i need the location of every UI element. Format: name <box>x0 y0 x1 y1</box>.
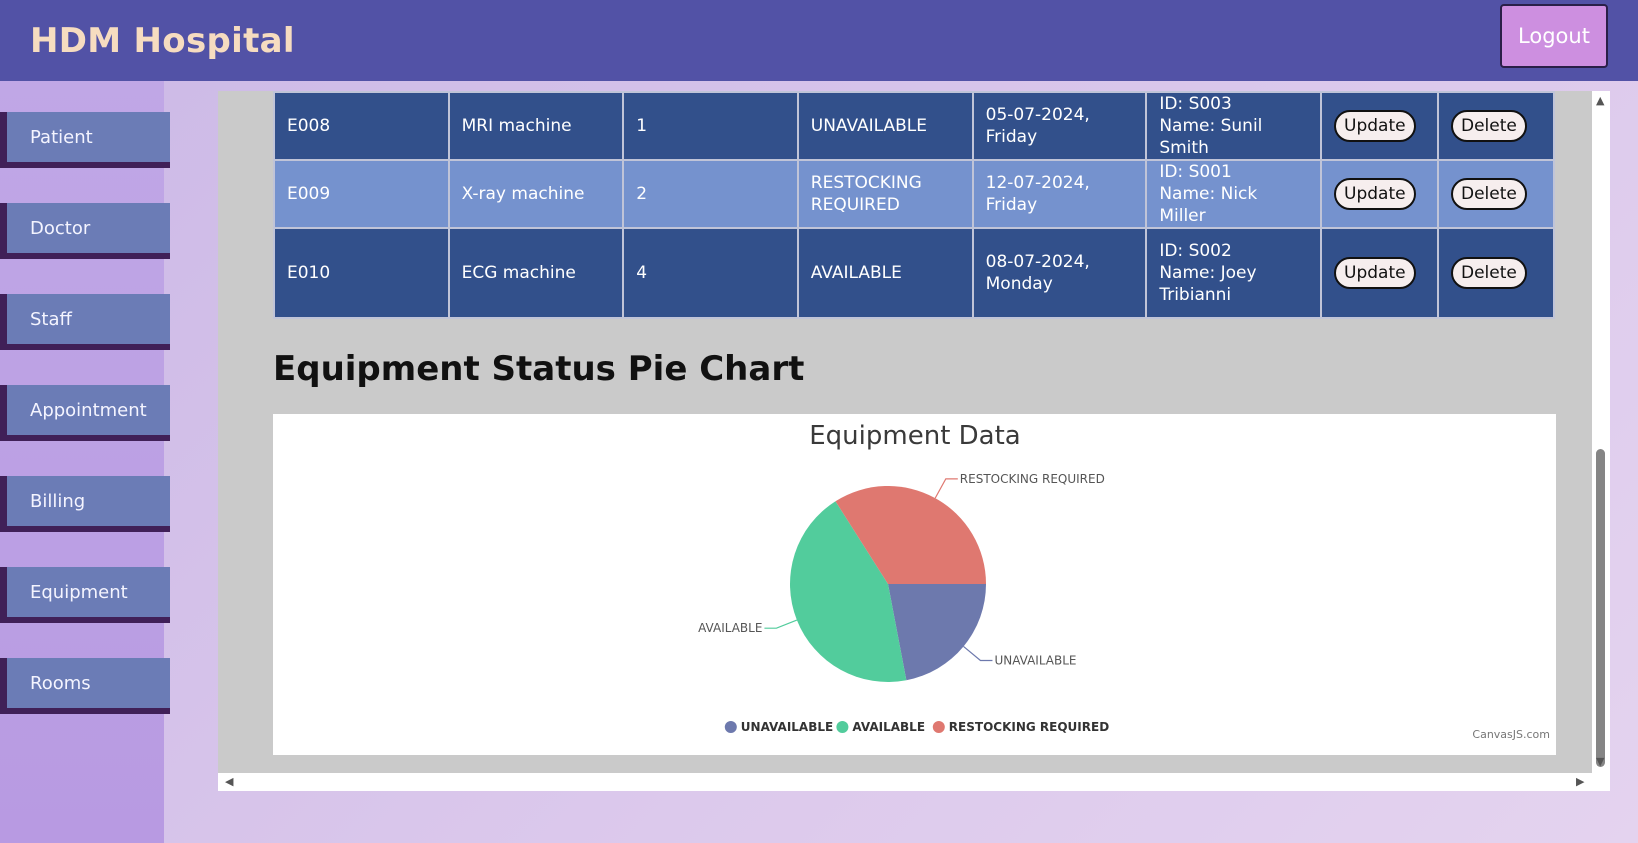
sidebar: Patient Doctor Staff Appointment Billing… <box>0 81 170 843</box>
chart-title: Equipment Data <box>809 421 1020 451</box>
scroll-left-icon[interactable]: ◀ <box>225 776 233 787</box>
brand-title: HDM Hospital <box>30 20 295 61</box>
delete-cell: Delete <box>1436 91 1556 161</box>
pie-label: RESTOCKING REQUIRED <box>960 472 1105 486</box>
equipment-status: UNAVAILABLE <box>796 91 974 161</box>
equipment-name: ECG machine <box>447 227 625 319</box>
update-cell: Update <box>1320 159 1439 229</box>
date-line: 08-07-2024, <box>985 252 1090 272</box>
delete-button[interactable]: Delete <box>1450 178 1527 210</box>
staff-name-cont: Tribianni <box>1159 285 1232 305</box>
equipment-status: AVAILABLE <box>796 227 974 319</box>
vertical-scrollbar[interactable]: ▲ ▼ <box>1592 91 1610 791</box>
equipment-staff: ID: S003 Name: Sunil Smith <box>1145 91 1323 161</box>
equipment-name: MRI machine <box>447 91 625 161</box>
day-line: Monday <box>985 274 1053 294</box>
status-line: RESTOCKING <box>810 173 922 193</box>
sidebar-item-appointment[interactable]: Appointment <box>0 385 170 441</box>
legend-item[interactable]: RESTOCKING REQUIRED <box>949 720 1109 734</box>
staff-name: Name: Sunil Smith <box>1159 116 1263 158</box>
day-line: Friday <box>985 195 1038 215</box>
update-cell: Update <box>1320 227 1439 319</box>
equipment-date: 08-07-2024, Monday <box>971 227 1148 319</box>
day-line: Friday <box>985 127 1038 147</box>
table-row: E008 MRI machine 1 UNAVAILABLE 05-07-202… <box>273 91 1556 161</box>
sidebar-item-doctor[interactable]: Doctor <box>0 203 170 259</box>
table-row: E009 X-ray machine 2 RESTOCKING REQUIRED … <box>273 159 1556 229</box>
horizontal-scrollbar[interactable]: ◀ ▶ <box>218 773 1592 791</box>
status-line: REQUIRED <box>810 195 900 215</box>
sidebar-item-equipment[interactable]: Equipment <box>0 567 170 623</box>
chart-credit: CanvasJS.com <box>1472 728 1550 741</box>
sidebar-item-billing[interactable]: Billing <box>0 476 170 532</box>
section-title: Equipment Status Pie Chart <box>273 349 805 389</box>
equipment-quantity: 2 <box>622 159 799 229</box>
pie-label-line <box>963 646 993 662</box>
date-line: 05-07-2024, <box>985 105 1090 125</box>
staff-name: Name: Nick Miller <box>1159 184 1258 226</box>
pie-chart-container: Equipment Data UNAVAILABLE AVAILABLE RESTO… <box>273 414 1556 755</box>
content-panel: E008 MRI machine 1 UNAVAILABLE 05-07-202… <box>218 91 1610 791</box>
update-cell: Update <box>1320 91 1439 161</box>
logout-button[interactable]: Logout <box>1500 4 1608 68</box>
legend-marker <box>836 721 849 733</box>
staff-id: ID: S001 <box>1159 162 1232 182</box>
status-line: UNAVAILABLE <box>810 116 928 136</box>
update-button[interactable]: Update <box>1334 110 1416 142</box>
update-button[interactable]: Update <box>1334 178 1416 210</box>
status-line: AVAILABLE <box>810 263 902 283</box>
pie-label-line <box>934 478 958 499</box>
equipment-staff: ID: S002 Name: Joey Tribianni <box>1145 227 1323 319</box>
pie-label-line <box>764 619 798 629</box>
legend-item[interactable]: AVAILABLE <box>852 720 925 734</box>
pie-chart: Equipment Data UNAVAILABLE AVAILABLE RESTO… <box>698 421 1550 741</box>
staff-id: ID: S003 <box>1159 94 1232 114</box>
date-line: 12-07-2024, <box>985 173 1090 193</box>
scroll-right-icon[interactable]: ▶ <box>1576 776 1584 787</box>
scroll-up-icon[interactable]: ▲ <box>1596 95 1604 106</box>
sidebar-item-staff[interactable]: Staff <box>0 294 170 350</box>
equipment-quantity: 1 <box>622 91 799 161</box>
delete-button[interactable]: Delete <box>1450 257 1527 289</box>
equipment-status: RESTOCKING REQUIRED <box>796 159 974 229</box>
scrollbar-thumb[interactable] <box>1596 449 1605 767</box>
equipment-id: E008 <box>273 91 450 161</box>
delete-cell: Delete <box>1436 159 1556 229</box>
equipment-id: E010 <box>273 227 450 319</box>
sidebar-item-rooms[interactable]: Rooms <box>0 658 170 714</box>
legend-item[interactable]: UNAVAILABLE <box>741 720 833 734</box>
staff-name: Name: Joey <box>1159 263 1257 283</box>
update-button[interactable]: Update <box>1334 257 1416 289</box>
equipment-table: E008 MRI machine 1 UNAVAILABLE 05-07-202… <box>273 91 1556 319</box>
equipment-date: 05-07-2024, Friday <box>971 91 1148 161</box>
pie-label: UNAVAILABLE <box>994 653 1076 667</box>
scroll-down-icon[interactable]: ▼ <box>1596 756 1604 767</box>
legend-marker <box>932 721 945 733</box>
equipment-staff: ID: S001 Name: Nick Miller <box>1145 159 1323 229</box>
legend-marker <box>724 721 737 733</box>
equipment-id: E009 <box>273 159 450 229</box>
delete-cell: Delete <box>1436 227 1556 319</box>
equipment-name: X-ray machine <box>447 159 625 229</box>
sidebar-item-patient[interactable]: Patient <box>0 112 170 168</box>
equipment-date: 12-07-2024, Friday <box>971 159 1148 229</box>
pie-label: AVAILABLE <box>698 621 762 635</box>
equipment-quantity: 4 <box>622 227 799 319</box>
top-bar: HDM Hospital Logout <box>0 0 1638 81</box>
table-row: E010 ECG machine 4 AVAILABLE 08-07-2024,… <box>273 227 1556 319</box>
staff-id: ID: S002 <box>1159 241 1232 261</box>
delete-button[interactable]: Delete <box>1450 110 1527 142</box>
